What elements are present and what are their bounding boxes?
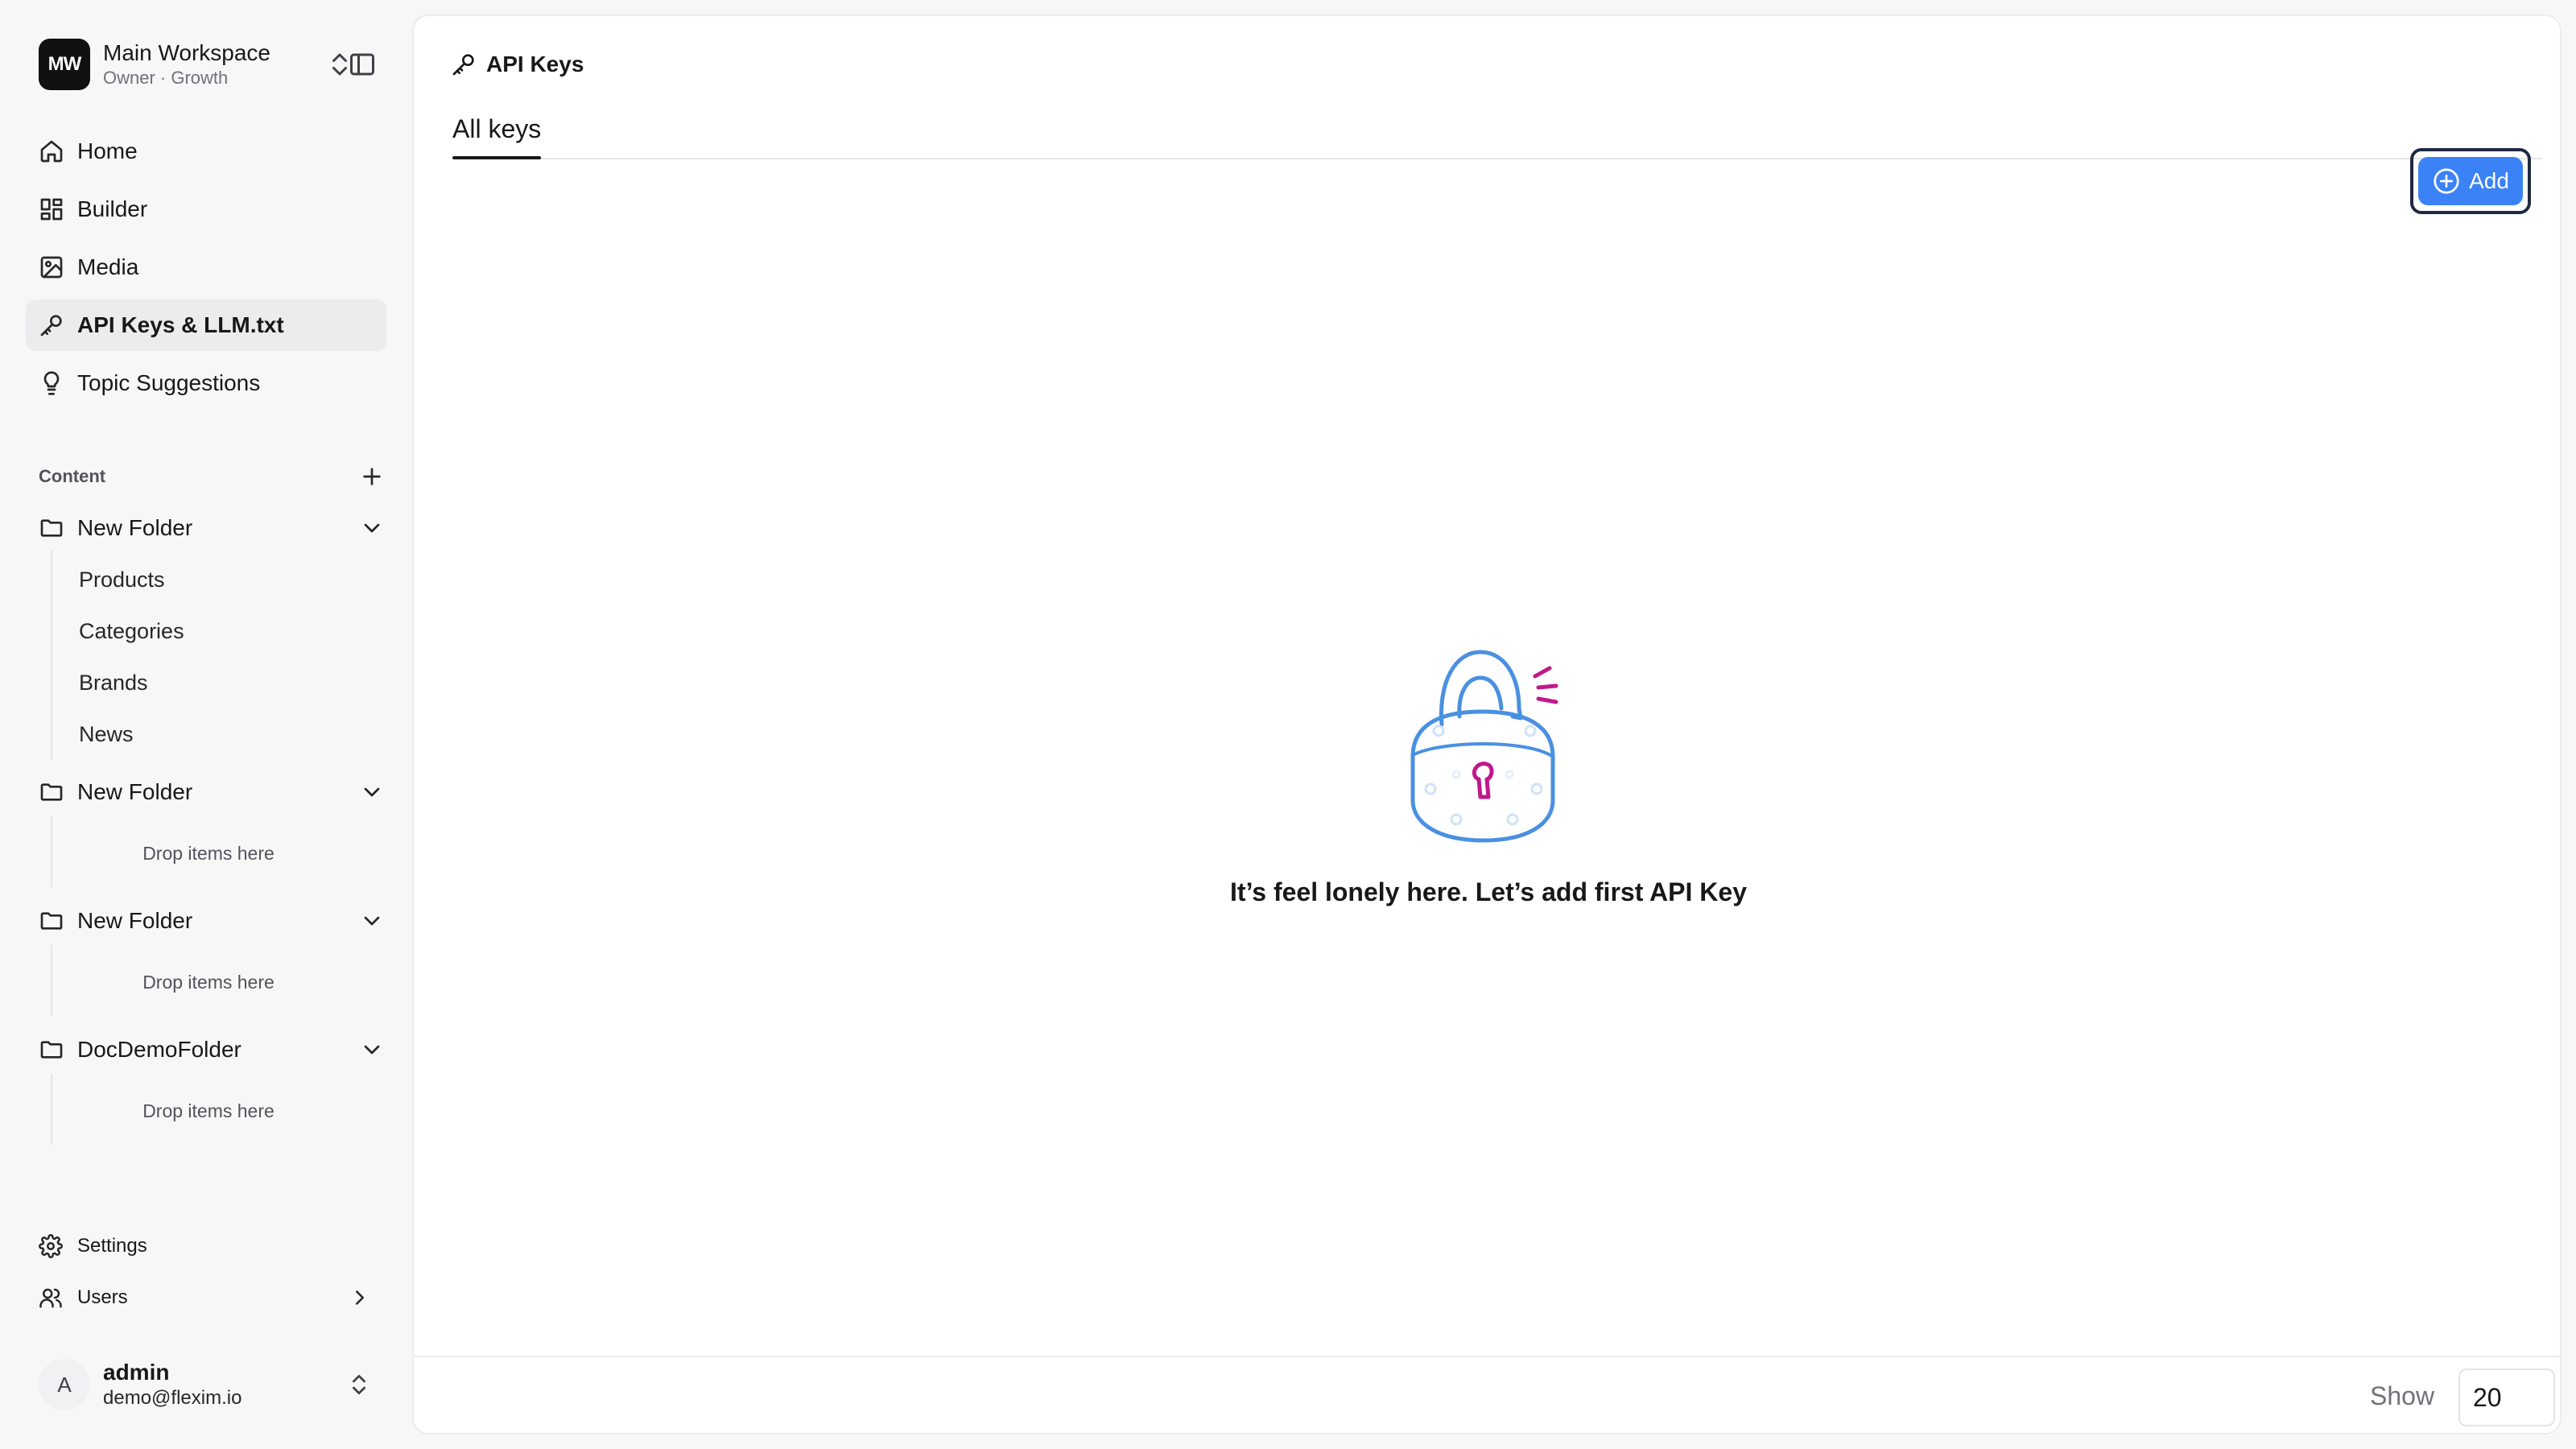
chevron-down-icon[interactable] (359, 1037, 385, 1063)
tree-line (51, 945, 52, 1016)
user-email: demo@flexim.io (103, 1387, 242, 1409)
chevron-down-icon[interactable] (359, 779, 385, 805)
page-title: API Keys (486, 52, 584, 76)
folder-name: New Folder (77, 908, 193, 933)
folder-icon (39, 515, 64, 541)
main-panel: API Keys All keys Add It’s feel lonely h… (412, 14, 2562, 1435)
nav-item-media[interactable]: Media (26, 242, 386, 293)
folder-name: New Folder (77, 515, 193, 540)
users-icon (39, 1286, 63, 1310)
plus-icon[interactable] (359, 464, 385, 489)
drop-zone[interactable]: Drop items here (53, 966, 364, 998)
folder-item[interactable]: New Folder (39, 773, 385, 811)
folder-name: New Folder (77, 779, 193, 804)
chevron-right-icon (348, 1286, 372, 1310)
nav-item-label: Builder (77, 196, 148, 221)
nav-item-api-keys[interactable]: API Keys & LLM.txt (26, 299, 386, 351)
nav-item-builder[interactable]: Builder (26, 184, 386, 235)
nav-item-label: Media (77, 254, 139, 279)
workspace-info: Main Workspace Owner · Growth (103, 39, 270, 89)
tree-line (51, 1074, 52, 1145)
folder-name: DocDemoFolder (77, 1037, 242, 1062)
workspace-name: Main Workspace (103, 40, 271, 65)
avatar: A (39, 1359, 90, 1410)
grid-icon (39, 196, 64, 222)
folder-child-item[interactable]: News (79, 718, 134, 750)
drop-zone[interactable]: Drop items here (53, 837, 364, 869)
nav-item-label: Topic Suggestions (77, 370, 261, 395)
nav-item-topic-suggestions[interactable]: Topic Suggestions (26, 357, 386, 409)
add-button-focus-ring: Add (2410, 148, 2531, 214)
nav-item-users[interactable]: Users (39, 1280, 385, 1315)
image-icon (39, 254, 64, 280)
user-name: admin (103, 1360, 170, 1385)
chevrons-up-down-icon[interactable] (346, 1372, 372, 1397)
lightbulb-icon (39, 370, 64, 396)
folder-child-item[interactable]: Products (79, 564, 165, 596)
main-nav: Home Builder Media API Keys & LLM.txt To… (26, 126, 386, 415)
tab-all-keys[interactable]: All keys (452, 114, 541, 159)
chevron-down-icon[interactable] (359, 515, 385, 541)
settings-label: Settings (77, 1235, 147, 1257)
user-menu[interactable]: A admin demo@flexim.io (39, 1352, 385, 1417)
tabs-divider (452, 158, 2542, 159)
gear-icon (39, 1234, 63, 1258)
drop-zone[interactable]: Drop items here (53, 1095, 364, 1127)
users-label: Users (77, 1286, 128, 1308)
empty-state-message: It’s feel lonely here. Let’s add first A… (1230, 877, 1747, 906)
sidebar: MW Main Workspace Owner · Growth Home Bu… (0, 0, 411, 1449)
sidebar-toggle-icon[interactable] (348, 50, 377, 79)
folder-icon (39, 908, 64, 934)
folder-item[interactable]: New Folder (39, 509, 385, 547)
key-icon (39, 312, 64, 338)
active-tab-indicator (452, 156, 541, 159)
home-icon (39, 138, 64, 164)
key-icon (451, 52, 477, 77)
tree-line (51, 816, 52, 887)
folder-icon (39, 1037, 64, 1063)
nav-item-label: Home (77, 138, 138, 163)
folder-icon (39, 779, 64, 805)
folder-child-item[interactable]: Categories (79, 615, 184, 647)
nav-item-label: API Keys & LLM.txt (77, 312, 284, 337)
workspace-avatar: MW (39, 39, 90, 90)
nav-item-home[interactable]: Home (26, 126, 386, 177)
workspace-role: Owner · Growth (103, 68, 229, 88)
plus-circle-icon (2432, 167, 2461, 196)
breadcrumb: API Keys (451, 48, 584, 80)
nav-item-settings[interactable]: Settings (39, 1228, 385, 1264)
add-button-label: Add (2469, 168, 2509, 193)
user-info: admin demo@flexim.io (103, 1359, 242, 1410)
folder-item[interactable]: New Folder (39, 902, 385, 940)
chevron-down-icon[interactable] (359, 908, 385, 934)
content-section-label: Content (39, 466, 106, 486)
page-size-input[interactable] (2458, 1368, 2555, 1426)
folder-child-item[interactable]: Brands (79, 667, 148, 699)
empty-state: It’s feel lonely here. Let’s add first A… (414, 628, 2560, 907)
page-size-label: Show (2370, 1381, 2435, 1410)
add-button[interactable]: Add (2418, 157, 2523, 205)
content-section-header: Content (39, 460, 385, 493)
folder-item[interactable]: DocDemoFolder (39, 1030, 385, 1069)
workspace-switcher[interactable]: MW Main Workspace Owner · Growth (39, 39, 385, 90)
pagination-footer: Show (414, 1356, 2560, 1433)
padlock-illustration-icon (1392, 628, 1577, 845)
tree-line (51, 551, 52, 760)
